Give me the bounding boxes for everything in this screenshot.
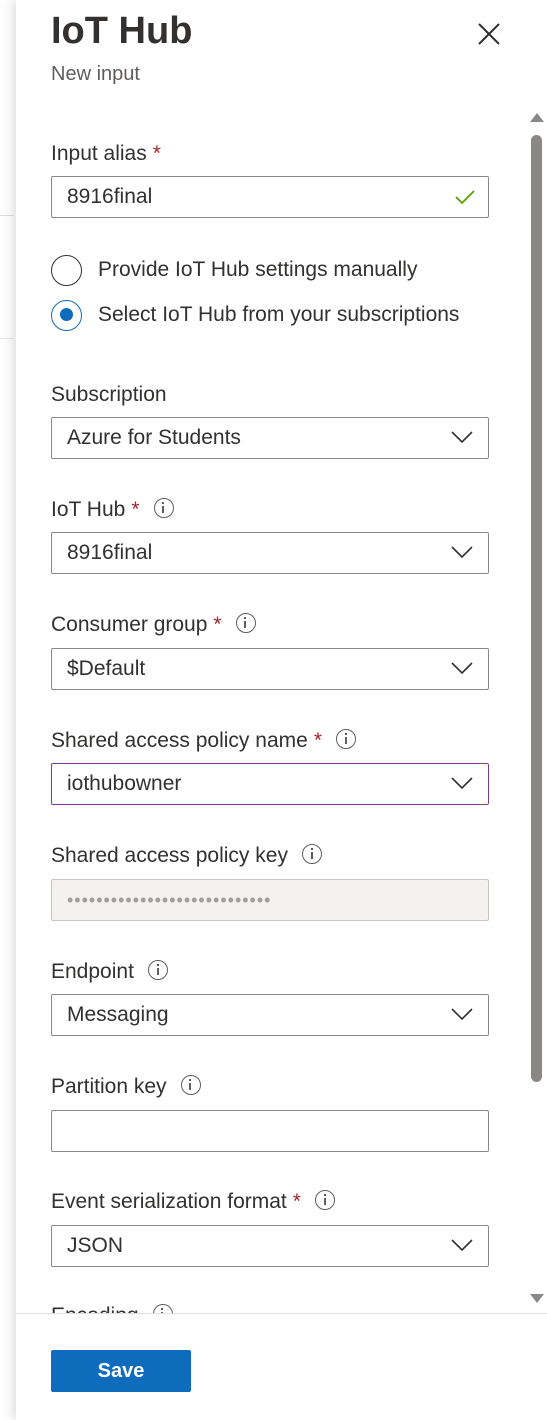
- radio-button-checked[interactable]: [51, 299, 82, 331]
- subscription-value: Azure for Students: [67, 426, 241, 449]
- info-icon[interactable]: [301, 844, 322, 865]
- iot-hub-input-panel: IoT Hub New input Input alias * 8916final…: [16, 0, 547, 1420]
- subscription-dropdown[interactable]: Azure for Students: [51, 417, 489, 459]
- consumer-group-value: $Default: [67, 657, 146, 680]
- background-page: [0, 0, 16, 1420]
- vertical-scrollbar[interactable]: [526, 110, 547, 1310]
- shared-access-policy-name-value: iothubowner: [67, 772, 182, 795]
- chevron-down-icon: [451, 777, 473, 790]
- subscription-label-text: Subscription: [51, 383, 167, 406]
- info-icon[interactable]: [152, 1304, 173, 1313]
- info-icon[interactable]: [153, 498, 174, 519]
- info-icon[interactable]: [235, 613, 256, 634]
- event-serialization-format-label-text: Event serialization format: [51, 1190, 287, 1213]
- required-asterisk: *: [152, 142, 161, 165]
- chevron-down-icon: [451, 546, 473, 559]
- panel-subtitle: New input: [51, 63, 140, 85]
- radio-select-from-subscriptions-label: Select IoT Hub from your subscriptions: [98, 303, 460, 326]
- panel-footer: Save: [16, 1313, 547, 1420]
- info-icon[interactable]: [147, 960, 168, 981]
- endpoint-label-text: Endpoint: [51, 960, 134, 983]
- consumer-group-label: Consumer group *: [51, 613, 256, 637]
- radio-provide-manually-label: Provide IoT Hub settings manually: [98, 258, 418, 281]
- iot-hub-label: IoT Hub *: [51, 498, 174, 522]
- chevron-down-icon: [451, 431, 473, 444]
- shared-access-policy-name-label: Shared access policy name *: [51, 729, 356, 753]
- shared-access-policy-name-label-text: Shared access policy name: [51, 729, 308, 752]
- radio-provide-manually[interactable]: Provide IoT Hub settings manually: [51, 254, 417, 286]
- endpoint-dropdown[interactable]: Messaging: [51, 994, 489, 1036]
- partition-key-label: Partition key: [51, 1075, 201, 1099]
- background-divider: [0, 215, 14, 216]
- input-alias-value: 8916final: [67, 185, 153, 208]
- background-divider: [0, 338, 14, 339]
- iot-hub-label-text: IoT Hub: [51, 498, 126, 521]
- checkmark-icon: [455, 190, 475, 205]
- partition-key-label-text: Partition key: [51, 1075, 167, 1098]
- partition-key-input[interactable]: [51, 1110, 489, 1152]
- event-serialization-format-label: Event serialization format *: [51, 1190, 335, 1214]
- input-alias-label: Input alias *: [51, 142, 161, 166]
- iot-hub-dropdown[interactable]: 8916final: [51, 532, 489, 574]
- save-button[interactable]: Save: [51, 1350, 191, 1392]
- required-asterisk: *: [131, 498, 140, 521]
- panel-title: IoT Hub: [51, 10, 193, 52]
- encoding-label: Encoding: [51, 1304, 173, 1313]
- required-asterisk: *: [313, 729, 322, 752]
- encoding-label-text: Encoding: [51, 1304, 139, 1313]
- input-alias-label-text: Input alias: [51, 142, 147, 165]
- close-button[interactable]: [473, 18, 505, 50]
- scroll-down-icon[interactable]: [530, 1294, 544, 1304]
- consumer-group-dropdown[interactable]: $Default: [51, 648, 489, 690]
- consumer-group-label-text: Consumer group: [51, 613, 208, 636]
- required-asterisk: *: [213, 613, 222, 636]
- form-scroll-area: Input alias * 8916final Provide IoT Hub s…: [16, 110, 547, 1313]
- endpoint-label: Endpoint: [51, 960, 168, 984]
- scroll-up-icon[interactable]: [530, 112, 544, 122]
- event-serialization-format-value: JSON: [67, 1234, 124, 1257]
- shared-access-policy-key-label: Shared access policy key: [51, 844, 322, 868]
- chevron-down-icon: [451, 662, 473, 675]
- info-icon[interactable]: [336, 729, 356, 750]
- input-alias-field[interactable]: 8916final: [51, 176, 489, 218]
- scrollbar-thumb[interactable]: [531, 135, 542, 1082]
- shared-access-policy-key-field: ••••••••••••••••••••••••••••: [51, 879, 489, 921]
- event-serialization-format-dropdown[interactable]: JSON: [51, 1225, 489, 1267]
- endpoint-value: Messaging: [67, 1003, 169, 1026]
- radio-button-unchecked[interactable]: [51, 254, 82, 286]
- chevron-down-icon: [451, 1008, 473, 1021]
- shared-access-policy-key-value: ••••••••••••••••••••••••••••: [67, 890, 272, 910]
- required-asterisk: *: [292, 1190, 301, 1213]
- iot-hub-value: 8916final: [67, 541, 153, 564]
- shared-access-policy-name-dropdown[interactable]: iothubowner: [51, 763, 489, 805]
- chevron-down-icon: [451, 1239, 473, 1252]
- radio-select-from-subscriptions[interactable]: Select IoT Hub from your subscriptions: [51, 299, 459, 331]
- info-icon[interactable]: [180, 1075, 201, 1096]
- subscription-label: Subscription: [51, 383, 167, 407]
- info-icon[interactable]: [314, 1190, 335, 1211]
- close-icon: [478, 23, 500, 45]
- shared-access-policy-key-label-text: Shared access policy key: [51, 844, 288, 867]
